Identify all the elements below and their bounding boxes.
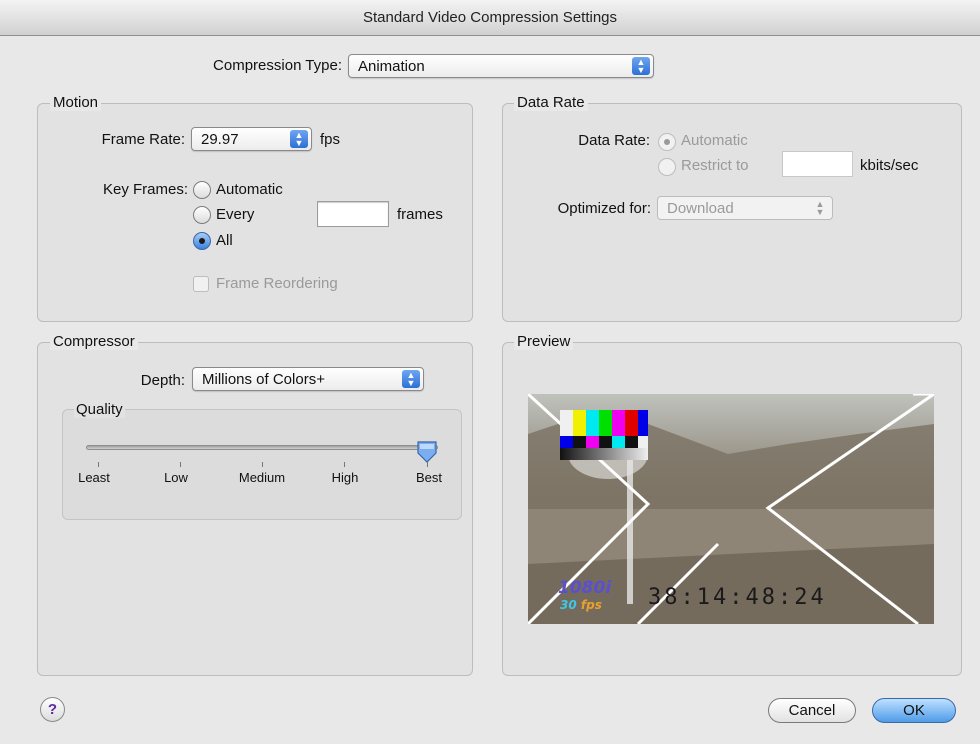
cancel-button[interactable]: Cancel xyxy=(768,698,856,723)
compression-type-popup[interactable]: Animation ▲ ▼ xyxy=(348,54,654,78)
window-title: Standard Video Compression Settings xyxy=(0,0,980,36)
data-rate-label: Data Rate: xyxy=(578,132,650,149)
help-button[interactable]: ? xyxy=(40,697,65,722)
optimized-for-value: Download xyxy=(667,200,734,217)
quality-tick xyxy=(262,462,263,467)
compressor-group-title: Compressor xyxy=(50,333,138,350)
popup-arrows-icon: ▲ ▼ xyxy=(290,130,308,148)
frame-rate-label: Frame Rate: xyxy=(101,131,185,148)
quality-tick-label: Medium xyxy=(238,470,286,485)
data-rate-restrict-radio[interactable] xyxy=(658,158,676,176)
data-rate-restrict-label[interactable]: Restrict to xyxy=(681,157,749,174)
data-rate-automatic-label[interactable]: Automatic xyxy=(681,132,748,149)
fps-badge: 30 fps xyxy=(560,598,602,612)
depth-value: Millions of Colors+ xyxy=(202,371,325,388)
depth-label: Depth: xyxy=(140,372,185,389)
timecode: 38:14:48:24 xyxy=(648,585,827,610)
fps-unit-label: fps xyxy=(320,131,341,148)
data-rate-automatic-radio[interactable] xyxy=(658,133,676,151)
preview-group-title: Preview xyxy=(514,333,574,350)
data-rate-unit: kbits/sec xyxy=(860,157,919,174)
quality-slider-track[interactable] xyxy=(86,445,438,450)
preview-image: 1080i 30 fps 38:14:48:24 xyxy=(528,394,934,624)
quality-tick-label: Best xyxy=(415,470,442,485)
compression-type-value: Animation xyxy=(358,58,425,75)
fps-badge-unit: fps xyxy=(580,598,602,612)
frame-rate-value: 29.97 xyxy=(201,131,239,148)
quality-tick xyxy=(98,462,99,467)
format-badge: 1080i xyxy=(558,578,612,598)
optimized-for-label: Optimized for: xyxy=(557,200,651,217)
popup-arrows-icon: ▲ ▼ xyxy=(402,370,420,388)
quality-slider-thumb[interactable] xyxy=(416,440,438,464)
key-frames-label: Key Frames: xyxy=(102,181,188,198)
motion-group-title: Motion xyxy=(50,94,102,111)
popup-arrows-icon: ▲ ▼ xyxy=(632,57,650,75)
kf-all-radio[interactable] xyxy=(193,232,211,250)
frame-rate-popup[interactable]: 29.97 ▲ ▼ xyxy=(191,127,312,151)
slider-thumb-icon xyxy=(417,441,437,463)
data-rate-group-title: Data Rate xyxy=(514,94,588,111)
data-rate-restrict-input[interactable] xyxy=(782,151,853,177)
frame-reordering-checkbox[interactable] xyxy=(193,276,209,292)
quality-tick xyxy=(180,462,181,467)
fps-badge-value: 30 xyxy=(560,598,577,612)
kf-every-input[interactable] xyxy=(317,201,389,227)
frame-reordering-label[interactable]: Frame Reordering xyxy=(216,275,338,292)
quality-tick xyxy=(344,462,345,467)
kf-every-label[interactable]: Every xyxy=(216,206,254,223)
quality-tick xyxy=(427,462,428,467)
ok-button[interactable]: OK xyxy=(872,698,956,723)
kf-all-label[interactable]: All xyxy=(216,232,233,249)
kf-frames-unit: frames xyxy=(397,206,443,223)
quality-tick-label: Least xyxy=(78,470,110,485)
quality-group-title: Quality xyxy=(74,401,125,418)
compression-type-label: Compression Type: xyxy=(213,57,342,74)
optimized-for-popup[interactable]: Download ▲ ▼ xyxy=(657,196,833,220)
depth-popup[interactable]: Millions of Colors+ ▲ ▼ xyxy=(192,367,424,391)
popup-arrows-icon: ▲ ▼ xyxy=(815,199,825,217)
kf-every-radio[interactable] xyxy=(193,206,211,224)
kf-automatic-radio[interactable] xyxy=(193,181,211,199)
kf-automatic-label[interactable]: Automatic xyxy=(216,181,283,198)
quality-tick-label: High xyxy=(331,470,359,485)
quality-tick-label: Low xyxy=(164,470,188,485)
